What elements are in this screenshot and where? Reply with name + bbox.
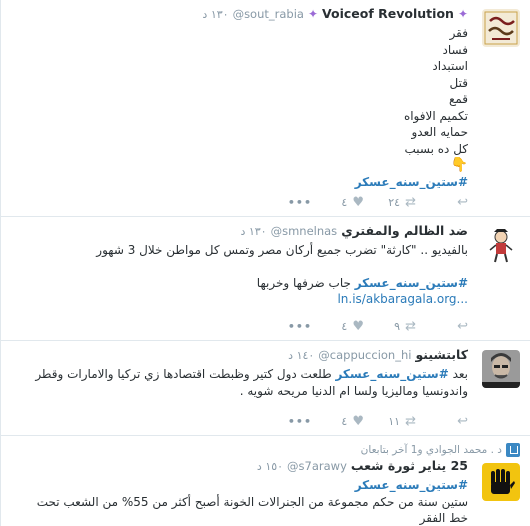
tweet-item[interactable]: د . محمد الجوادي و1 آخر بتابعان 25 يناير… (1, 436, 530, 526)
tweet-line: بالفيديو .. "كارثة" تضرب جميع أركان مصر … (96, 243, 468, 257)
retweet-icon: ⇄ (405, 195, 416, 210)
timestamp[interactable]: ١٣٠ د (202, 8, 228, 21)
tweet-stream: ✦ Voiceof Revolution ✦ @sout_rabia ١٣٠ د… (0, 0, 530, 526)
retweet-button[interactable]: ⇄ ٩ (364, 319, 416, 334)
reply-icon: ↩ (457, 195, 468, 210)
reply-button[interactable]: ↩ (416, 414, 468, 429)
retweet-icon: ⇄ (405, 414, 416, 429)
url-link[interactable]: ln.is/akbaragala.org... (337, 291, 468, 308)
sparkle-icon: ✦ (307, 7, 319, 21)
tweet-line: جاب ضرفها وخربها (256, 275, 355, 290)
tweet-line: استبداد (432, 59, 468, 73)
tweet-line: قمع (448, 92, 468, 106)
sparkle-icon: ✦ (457, 7, 468, 21)
fullname[interactable]: Voiceof Revolution (322, 6, 454, 21)
retweet-button[interactable]: ⇄ ٢٤ (364, 195, 416, 210)
retweet-count: ٢٤ (388, 196, 401, 209)
retweet-icon: ⇄ (405, 319, 416, 334)
fullname[interactable]: ضد الظالم والمفتري (341, 223, 468, 238)
tweet-text: #ستين_سنه_عسكر ستين سنة من حكم مجموعة من… (11, 477, 468, 526)
more-options-button[interactable]: ••• (260, 415, 312, 428)
tweet-header: كابتشينو @cappuccion_hi ١٤٠ د (11, 347, 468, 364)
avatar[interactable] (482, 463, 520, 501)
username[interactable]: @sout_rabia (233, 7, 304, 21)
reply-icon: ↩ (457, 414, 468, 429)
tweet-line: كل ده بسبب (404, 141, 468, 156)
tweet-actions: ↩ ⇄ ٩ ♥ ٤ ••• (260, 319, 468, 334)
more-options-button[interactable]: ••• (260, 320, 312, 333)
heart-icon: ♥ (352, 414, 364, 429)
heart-icon: ♥ (352, 319, 364, 334)
heart-icon: ♥ (352, 195, 364, 210)
reply-icon: ↩ (457, 319, 468, 334)
pointing-down-emoji: 👇 (450, 157, 468, 173)
retweet-count: ١١ (388, 415, 401, 428)
favorite-count: ٤ (341, 320, 348, 333)
tweet-line: حمايه العدو (411, 125, 468, 139)
hashtag-link[interactable]: #ستين_سنه_عسكر (335, 367, 448, 381)
username[interactable]: @s7arawy (287, 459, 347, 473)
favorite-button[interactable]: ♥ ٤ (312, 195, 364, 210)
tweet-header: ضد الظالم والمفتري @smnelnas ١٣٠ د (11, 223, 468, 240)
avatar[interactable] (482, 226, 520, 264)
reply-button[interactable]: ↩ (416, 195, 468, 210)
reply-button[interactable]: ↩ (416, 319, 468, 334)
hashtag-link[interactable]: #ستين_سنه_عسكر (355, 276, 468, 290)
tweet-line: ستين سنة من حكم مجموعة من الجنرالات الخو… (36, 494, 468, 509)
username[interactable]: @cappuccion_hi (318, 348, 411, 362)
avatar[interactable] (482, 350, 520, 388)
follow-context-icon (506, 442, 520, 457)
favorite-count: ٤ (341, 415, 348, 428)
tweet-line: فقر (449, 26, 468, 40)
hashtag-link[interactable]: #ستين_سنه_عسكر (355, 175, 468, 189)
tweet-line: بعد (448, 367, 468, 381)
tweet-text: بعد #ستين_سنه_عسكر طلعت دول كتير وظبطت ا… (11, 366, 468, 399)
tweet-actions: ↩ ⇄ ١١ ♥ ٤ ••• (260, 414, 468, 429)
fullname[interactable]: كابتشينو (415, 347, 468, 362)
retweet-count: ٩ (394, 320, 401, 333)
tweet-line: خط الفقر (419, 511, 468, 525)
tweet-item[interactable]: ضد الظالم والمفتري @smnelnas ١٣٠ د بالفي… (1, 217, 530, 341)
hashtag-link[interactable]: #ستين_سنه_عسكر (355, 478, 468, 492)
favorite-button[interactable]: ♥ ٤ (312, 414, 364, 429)
more-options-button[interactable]: ••• (260, 196, 312, 209)
favorite-button[interactable]: ♥ ٤ (312, 319, 364, 334)
favorite-count: ٤ (341, 196, 348, 209)
tweet-line: تكميم الافواه (403, 108, 468, 123)
timestamp[interactable]: ١٤٠ د (288, 349, 314, 362)
follow-context-text[interactable]: د . محمد الجوادي و1 آخر بتابعان (361, 444, 502, 456)
timestamp[interactable]: ١٥٠ د (257, 460, 283, 473)
avatar[interactable] (482, 9, 520, 47)
timestamp[interactable]: ١٣٠ د (240, 225, 266, 238)
tweet-line: فساد (442, 42, 468, 57)
tweet-header: 25 يناير ثورة شعب @s7arawy ١٥٠ د (11, 458, 468, 475)
tweet-header: ✦ Voiceof Revolution ✦ @sout_rabia ١٣٠ د (11, 6, 468, 23)
follow-context: د . محمد الجوادي و1 آخر بتابعان (11, 442, 520, 457)
tweet-item[interactable]: كابتشينو @cappuccion_hi ١٤٠ د بعد #ستين_… (1, 341, 530, 436)
tweet-line: قتل (449, 75, 468, 90)
retweet-button[interactable]: ⇄ ١١ (364, 414, 416, 429)
tweet-line: طلعت دول كتير وظبطت اقتصادها زي تركيا وا… (35, 367, 336, 381)
tweet-item[interactable]: ✦ Voiceof Revolution ✦ @sout_rabia ١٣٠ د… (1, 0, 530, 217)
username[interactable]: @smnelnas (271, 224, 338, 238)
fullname[interactable]: 25 يناير ثورة شعب (351, 458, 468, 473)
tweet-text: فقر فساد استبداد قتل قمع تكميم الافواه ح… (11, 25, 468, 190)
tweet-text: بالفيديو .. "كارثة" تضرب جميع أركان مصر … (11, 242, 468, 308)
tweet-actions: ↩ ⇄ ٢٤ ♥ ٤ ••• (260, 195, 468, 210)
tweet-line: واندونسيا وماليزيا ولسا ام الدنيا مريحه … (239, 383, 468, 398)
